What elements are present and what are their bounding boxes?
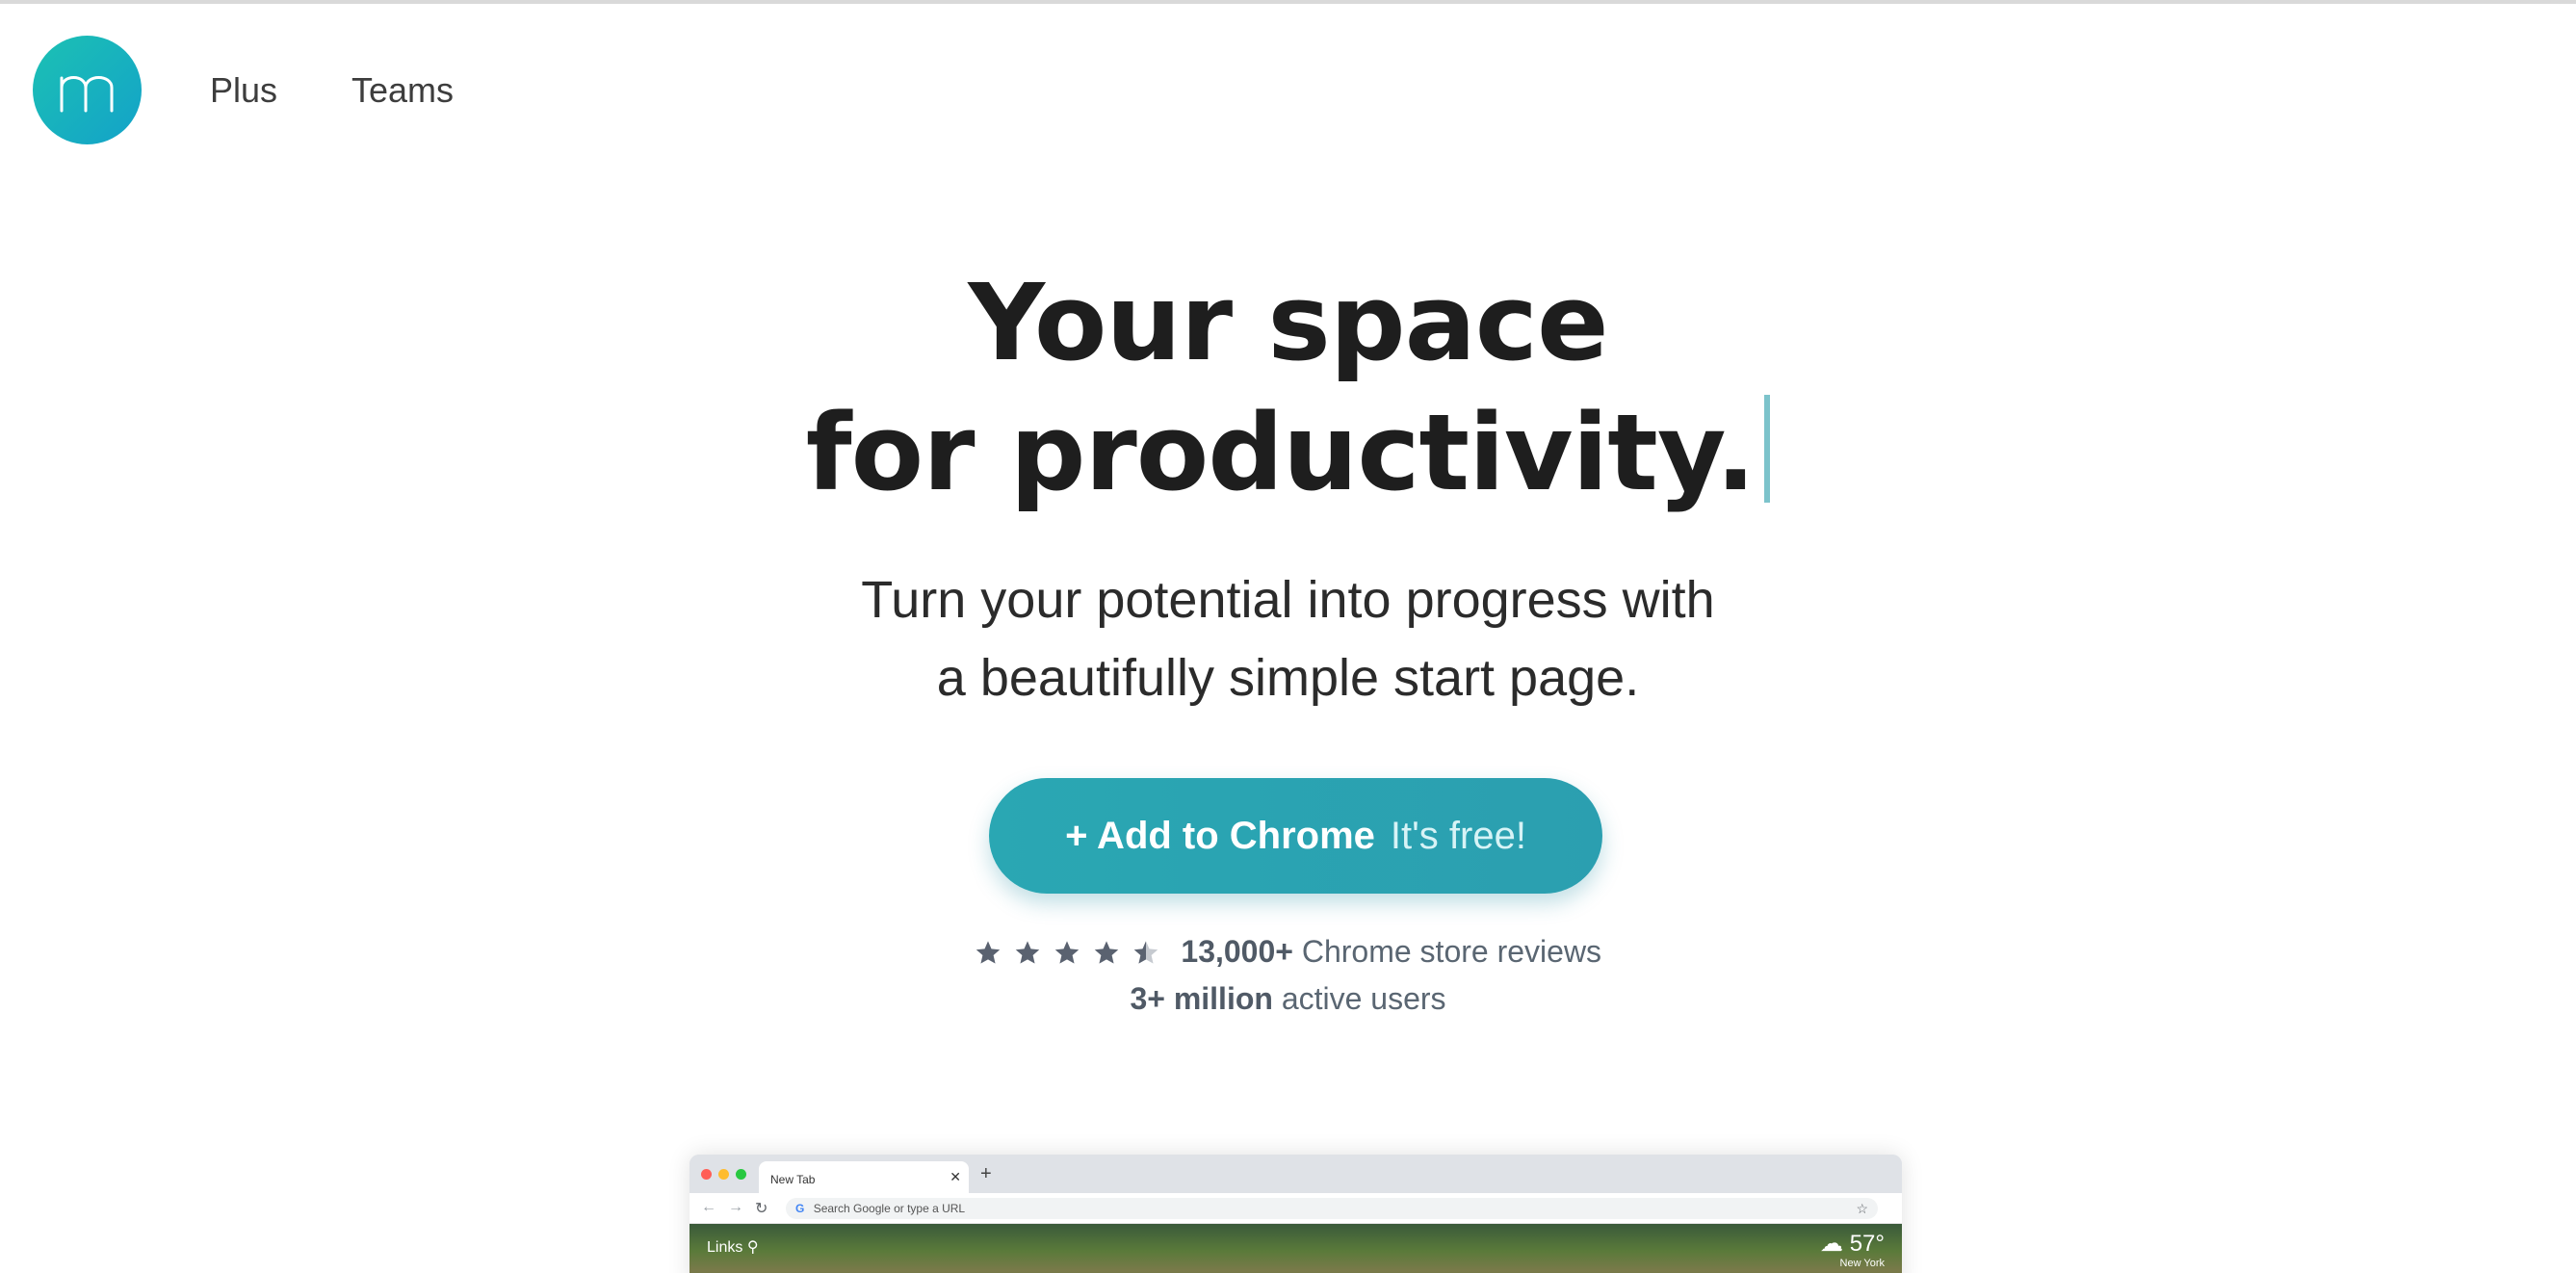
weather-city: New York (1839, 1258, 1885, 1269)
maximize-dot-icon (736, 1169, 746, 1180)
omnibox-placeholder: Search Google or type a URL (813, 1202, 966, 1215)
active-users-line: 3+ million active users (0, 977, 2576, 1020)
top-divider (0, 0, 2576, 4)
tab-close-icon: ✕ (950, 1169, 961, 1184)
close-dot-icon (701, 1169, 712, 1180)
new-tab-icon: + (980, 1163, 992, 1184)
rating-line: 13,000+ Chrome store reviews (0, 930, 2576, 976)
search-icon: ⚲ (746, 1239, 759, 1256)
weather-widget: ☁ 57° New York (1820, 1230, 1885, 1269)
star-icon (1094, 941, 1118, 964)
temperature: ☁ 57° (1820, 1230, 1885, 1258)
cloud-icon: ☁ (1820, 1231, 1844, 1257)
links-label: Links ⚲ (707, 1237, 759, 1257)
omnibox: G Search Google or type a URL ☆ (786, 1198, 1878, 1219)
forward-arrow-icon: → (728, 1199, 743, 1215)
browser-tabbar: New Tab ✕ + (690, 1155, 1902, 1193)
add-to-chrome-button[interactable]: + Add to Chrome It's free! (989, 778, 1602, 894)
nav-teams-link[interactable]: Teams (351, 69, 454, 112)
headline-line-2: for productivity. (0, 390, 2576, 515)
logo-m-glyph (60, 75, 113, 112)
headline-line-1: Your space (968, 261, 1608, 384)
temperature-value: 57° (1849, 1231, 1885, 1257)
half-star-icon (1133, 941, 1158, 964)
star-icon (1054, 941, 1079, 964)
subheading-line-2: a beautifully simple start page. (936, 649, 1640, 707)
reviews-text: Chrome store reviews (1301, 934, 1602, 969)
its-free-label: It's free! (1390, 814, 1526, 857)
subheading-line-1: Turn your potential into progress with (861, 571, 1715, 629)
browser-toolbar: ← → ↻ G Search Google or type a URL ☆ (690, 1193, 1902, 1224)
browser-page-background: Links ⚲ ☁ 57° New York (690, 1224, 1902, 1273)
google-icon: G (795, 1202, 805, 1215)
headline-line-2-text: for productivity. (805, 391, 1756, 514)
browser-tab: New Tab ✕ (759, 1161, 969, 1193)
reload-icon: ↻ (755, 1201, 768, 1217)
typing-caret (1764, 395, 1771, 503)
tab-title: New Tab (770, 1173, 816, 1186)
back-arrow-icon: ← (701, 1199, 716, 1215)
bookmark-star-icon: ☆ (1856, 1201, 1868, 1216)
star-rating (975, 934, 1163, 976)
momentum-logo[interactable] (33, 36, 142, 144)
users-count: 3+ million (1130, 981, 1273, 1016)
add-to-chrome-label: + Add to Chrome (1065, 814, 1375, 857)
minimize-dot-icon (718, 1169, 729, 1180)
reviews-count: 13,000+ (1181, 934, 1293, 969)
omnibox-actions: ☆ (1856, 1201, 1868, 1217)
nav-plus-link[interactable]: Plus (210, 69, 277, 112)
star-icon (1015, 941, 1040, 964)
links-text: Links (707, 1239, 743, 1256)
users-text: active users (1281, 981, 1446, 1016)
star-icon (976, 941, 1001, 964)
browser-preview: New Tab ✕ + ← → ↻ G Search Google or typ… (690, 1155, 1902, 1273)
